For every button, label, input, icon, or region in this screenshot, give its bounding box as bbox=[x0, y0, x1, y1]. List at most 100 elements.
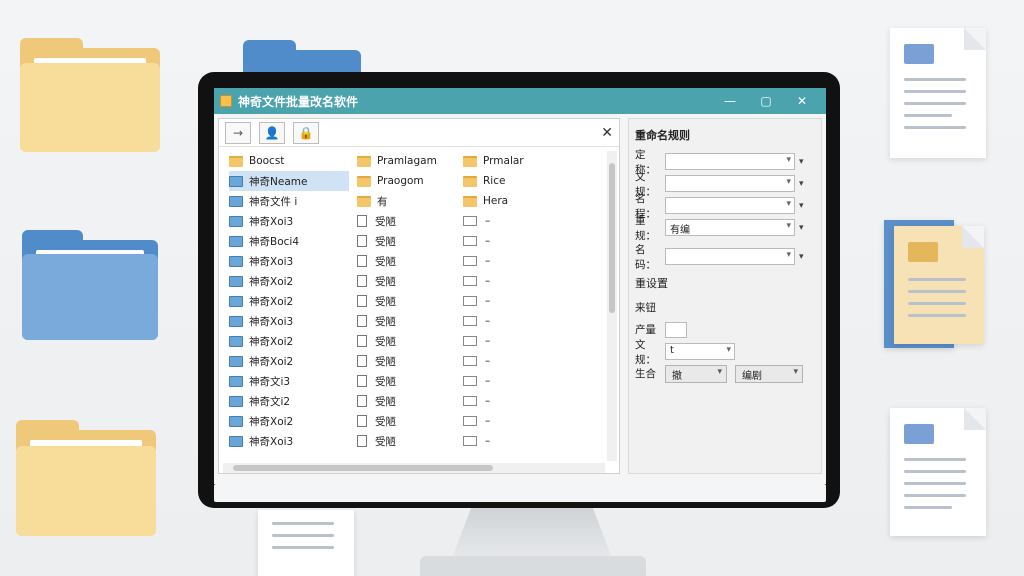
file-icon bbox=[357, 295, 367, 307]
monitor-base bbox=[420, 556, 646, 576]
list-item[interactable]: 神奇Neame bbox=[229, 171, 349, 191]
lock-button[interactable]: 🔒 bbox=[293, 121, 319, 144]
list-item[interactable]: 受陋 bbox=[357, 251, 457, 271]
list-item[interactable]: 受陋 bbox=[357, 371, 457, 391]
list-item[interactable]: 受陋 bbox=[357, 311, 457, 331]
maximize-button[interactable]: ▢ bbox=[748, 94, 784, 108]
close-button[interactable]: ✕ bbox=[784, 94, 820, 108]
list-item[interactable]: – bbox=[463, 271, 563, 291]
list-item-label: – bbox=[485, 215, 491, 227]
file-browser-pane: → 👤 🔒 ✕ Boocst 神奇Neame 神奇文件 i 神奇Xoi3 神奇Boci4… bbox=[218, 118, 620, 474]
list-item[interactable]: – bbox=[463, 211, 563, 231]
list-item[interactable]: 受陋 bbox=[357, 231, 457, 251]
list-item[interactable]: Hera bbox=[463, 191, 563, 211]
action-dropdown-2[interactable]: 编剧 bbox=[735, 364, 803, 383]
list-item[interactable]: Boocst bbox=[229, 151, 349, 171]
chevron-down-icon[interactable]: ▾ bbox=[799, 201, 804, 211]
list-item[interactable]: 神奇Xoi2 bbox=[229, 411, 349, 431]
mode-select[interactable]: t bbox=[665, 343, 735, 360]
checkbox-icon bbox=[463, 436, 477, 446]
monitor-stand bbox=[452, 508, 612, 558]
horizontal-scrollbar[interactable] bbox=[223, 463, 605, 473]
chevron-down-icon[interactable]: ▾ bbox=[799, 252, 804, 262]
document-icon bbox=[258, 510, 354, 576]
vertical-scrollbar[interactable] bbox=[607, 151, 617, 461]
list-item[interactable]: 神奇Xoi2 bbox=[229, 271, 349, 291]
list-item-label: – bbox=[485, 315, 491, 327]
chevron-down-icon[interactable]: ▾ bbox=[799, 157, 804, 167]
list-item[interactable]: – bbox=[463, 351, 563, 371]
folder-icon bbox=[229, 415, 243, 427]
file-list: Boocst 神奇Neame 神奇文件 i 神奇Xoi3 神奇Boci4 神奇Xoi3 神奇… bbox=[223, 151, 607, 461]
settings-section-title: 重设置 bbox=[635, 277, 668, 290]
checkbox-icon bbox=[463, 216, 477, 226]
list-item[interactable]: 受陋 bbox=[357, 431, 457, 451]
list-item-label: Pramlagam bbox=[377, 155, 437, 167]
list-item[interactable]: 神奇Xoi2 bbox=[229, 351, 349, 371]
minimize-button[interactable]: — bbox=[712, 94, 748, 108]
list-item[interactable]: 有 bbox=[357, 191, 457, 211]
list-item[interactable]: Prmalar bbox=[463, 151, 563, 171]
close-pane-icon[interactable]: ✕ bbox=[601, 125, 613, 141]
list-item[interactable]: 神奇Boci4 bbox=[229, 231, 349, 251]
checkbox-icon bbox=[463, 356, 477, 366]
file-icon bbox=[357, 315, 367, 327]
list-item[interactable]: – bbox=[463, 311, 563, 331]
list-item[interactable]: 神奇文i3 bbox=[229, 371, 349, 391]
list-item-label: 受陋 bbox=[375, 395, 396, 408]
produce-input[interactable] bbox=[665, 321, 687, 338]
file-toolbar: → 👤 🔒 ✕ bbox=[219, 119, 619, 147]
chevron-down-icon[interactable]: ▾ bbox=[799, 223, 804, 233]
list-item-label: Prmalar bbox=[483, 155, 524, 167]
list-item[interactable]: – bbox=[463, 331, 563, 351]
list-item-label: 神奇Boci4 bbox=[249, 235, 299, 248]
list-item[interactable]: 神奇Xoi3 bbox=[229, 211, 349, 231]
list-item[interactable]: 神奇Xoi2 bbox=[229, 291, 349, 311]
list-item[interactable]: 受陋 bbox=[357, 291, 457, 311]
rule-field-select[interactable]: 有编 bbox=[665, 219, 795, 236]
list-item[interactable]: 受陋 bbox=[357, 331, 457, 351]
list-item[interactable]: – bbox=[463, 371, 563, 391]
list-item[interactable]: 神奇文件 i bbox=[229, 191, 349, 211]
rule-field-select[interactable] bbox=[665, 175, 795, 192]
file-icon bbox=[357, 335, 367, 347]
list-item[interactable]: 受陋 bbox=[357, 271, 457, 291]
list-item[interactable]: 神奇Xoi3 bbox=[229, 431, 349, 451]
folder-icon bbox=[229, 395, 243, 407]
list-item[interactable]: – bbox=[463, 231, 563, 251]
app-window: 神奇文件批量改名软件 — ▢ ✕ → 👤 🔒 ✕ Boocst 神奇Neame 神奇… bbox=[214, 88, 826, 484]
action-dropdown-1[interactable]: 撤 bbox=[665, 364, 727, 383]
rule-field-select[interactable] bbox=[665, 248, 795, 265]
list-item[interactable]: 受陋 bbox=[357, 211, 457, 231]
list-item-label: Hera bbox=[483, 195, 509, 207]
list-item[interactable]: – bbox=[463, 411, 563, 431]
list-item[interactable]: Praogom bbox=[357, 171, 457, 191]
list-item-label: 神奇文件 i bbox=[249, 195, 298, 208]
list-item[interactable]: – bbox=[463, 251, 563, 271]
forward-button[interactable]: → bbox=[225, 121, 251, 144]
list-item[interactable]: 受陋 bbox=[357, 411, 457, 431]
folder-icon bbox=[16, 420, 156, 536]
rule-field-select[interactable] bbox=[665, 153, 795, 170]
list-item[interactable]: – bbox=[463, 431, 563, 451]
list-item[interactable]: Pramlagam bbox=[357, 151, 457, 171]
list-item[interactable]: – bbox=[463, 291, 563, 311]
list-item[interactable]: 受陋 bbox=[357, 351, 457, 371]
chevron-down-icon[interactable]: ▾ bbox=[799, 179, 804, 189]
folder-icon bbox=[229, 435, 243, 447]
rule-field-select[interactable] bbox=[665, 197, 795, 214]
list-item[interactable]: – bbox=[463, 391, 563, 411]
folder-icon bbox=[22, 230, 158, 340]
list-item[interactable]: 神奇文i2 bbox=[229, 391, 349, 411]
list-item[interactable]: 神奇Xoi2 bbox=[229, 331, 349, 351]
list-item[interactable]: 受陋 bbox=[357, 391, 457, 411]
list-item-label: 受陋 bbox=[375, 255, 396, 268]
document-icon bbox=[890, 28, 986, 158]
list-item-label: 神奇Xoi2 bbox=[249, 275, 294, 288]
user-button[interactable]: 👤 bbox=[259, 121, 285, 144]
list-item[interactable]: 神奇Xoi3 bbox=[229, 251, 349, 271]
list-item[interactable]: 神奇Xoi3 bbox=[229, 311, 349, 331]
list-item-label: Praogom bbox=[377, 175, 424, 187]
rule-field-row: 名码： ▾ bbox=[635, 244, 815, 271]
list-item[interactable]: Rice bbox=[463, 171, 563, 191]
